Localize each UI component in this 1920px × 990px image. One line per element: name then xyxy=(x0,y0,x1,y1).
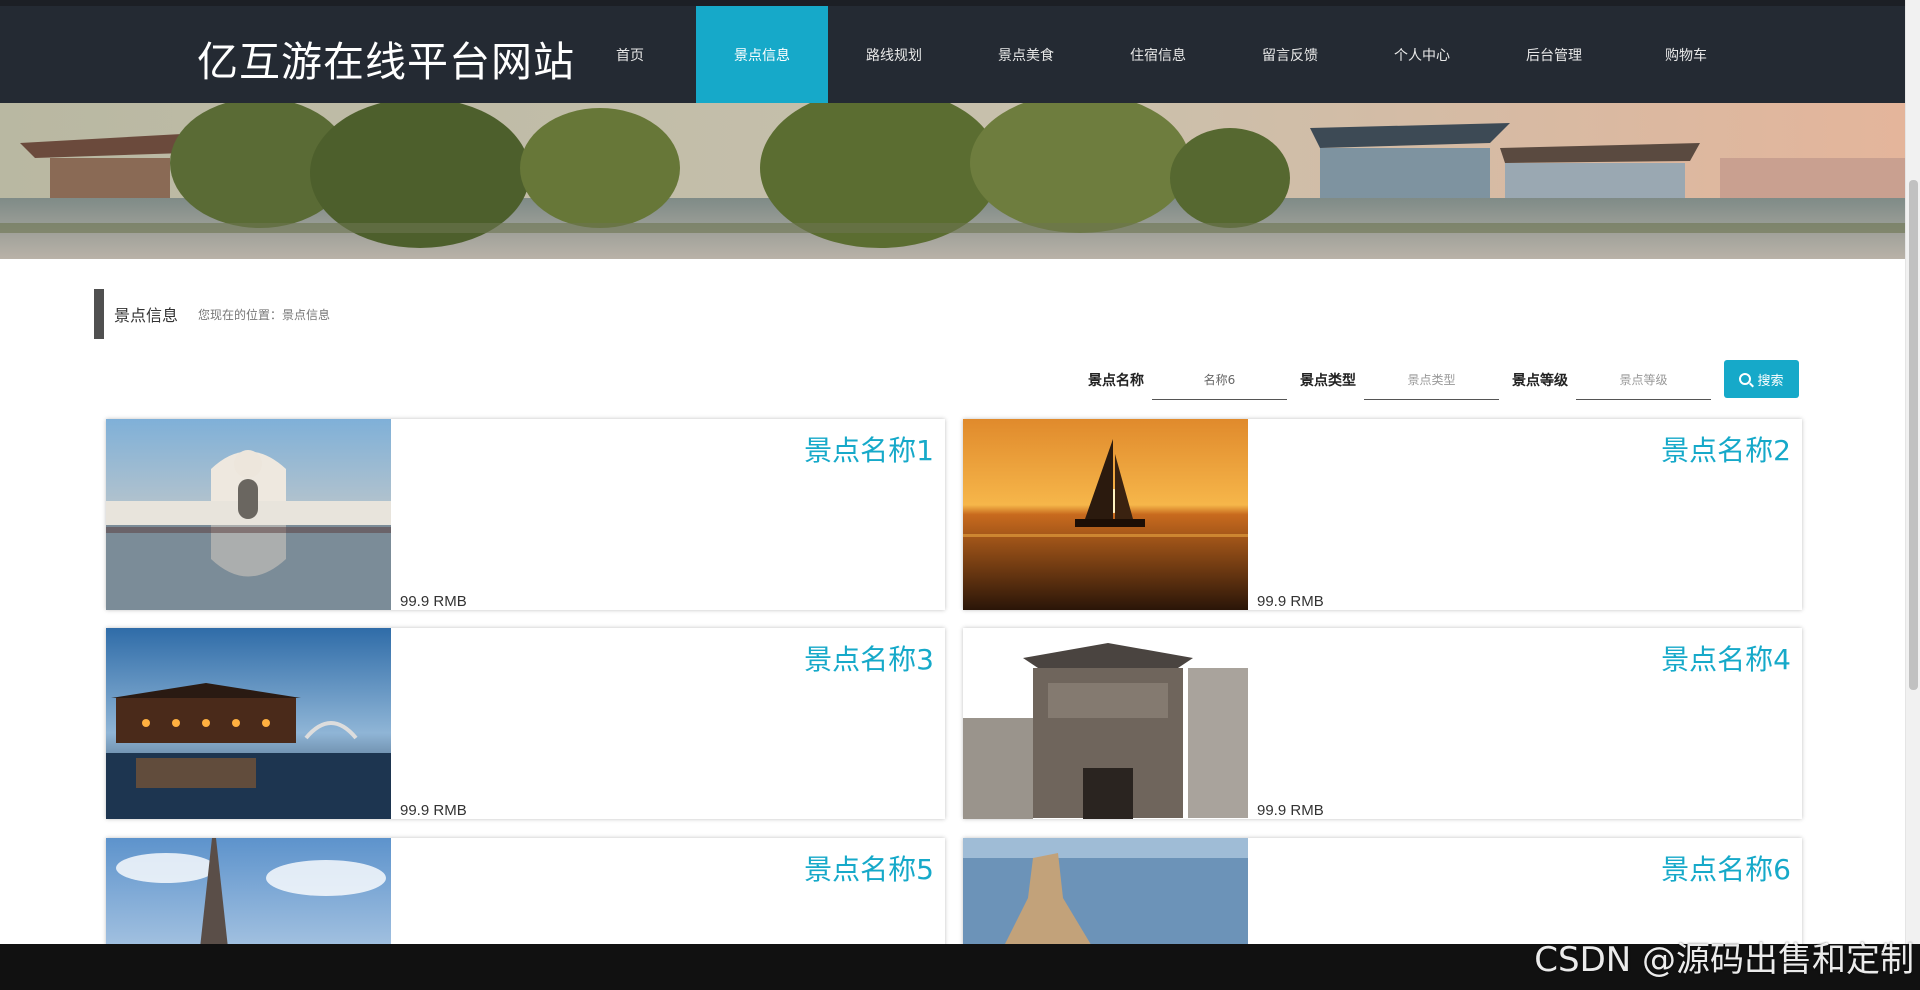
nav-item-food[interactable]: 景点美食 xyxy=(960,6,1092,103)
attraction-name[interactable]: 景点名称4 xyxy=(1661,638,1791,678)
attraction-card[interactable]: 景点名称4 99.9 RMB xyxy=(963,628,1802,819)
search-name-group: 景点名称 xyxy=(1088,360,1287,400)
nav-item-admin[interactable]: 后台管理 xyxy=(1488,6,1620,103)
nav-item-profile[interactable]: 个人中心 xyxy=(1356,6,1488,103)
breadcrumb: 您现在的位置：景点信息 xyxy=(198,307,331,322)
search-name-label: 景点名称 xyxy=(1088,373,1144,389)
attraction-price: 99.9 RMB xyxy=(1257,593,1324,610)
search-type-input[interactable] xyxy=(1364,360,1499,400)
attraction-name[interactable]: 景点名称6 xyxy=(1661,848,1791,888)
attraction-image xyxy=(106,419,391,610)
search-name-input[interactable] xyxy=(1152,360,1287,400)
nav-item-feedback[interactable]: 留言反馈 xyxy=(1224,6,1356,103)
site-title[interactable]: 亿互游在线平台网站 xyxy=(197,28,575,88)
section-title: 景点信息 xyxy=(114,306,179,325)
nav-item-cart[interactable]: 购物车 xyxy=(1620,6,1752,103)
section-accent-bar xyxy=(94,289,104,339)
attraction-name[interactable]: 景点名称3 xyxy=(804,638,934,678)
attraction-price: 99.9 RMB xyxy=(400,802,467,819)
search-button-label: 搜索 xyxy=(1757,373,1784,389)
attraction-card[interactable]: 景点名称2 99.9 RMB xyxy=(963,419,1802,610)
attraction-price: 99.9 RMB xyxy=(400,593,467,610)
section-header: 景点信息 您现在的位置：景点信息 xyxy=(94,289,330,339)
banner-image xyxy=(0,103,1905,259)
attraction-name[interactable]: 景点名称1 xyxy=(804,429,934,469)
scrollbar-thumb[interactable] xyxy=(1909,180,1918,690)
nav-item-attractions[interactable]: 景点信息 xyxy=(696,6,828,103)
nav-item-home[interactable]: 首页 xyxy=(564,6,696,103)
search-type-group: 景点类型 xyxy=(1300,360,1499,400)
main-nav: 首页 景点信息 路线规划 景点美食 住宿信息 留言反馈 个人中心 后台管理 购物… xyxy=(564,6,1752,103)
attraction-price: 99.9 RMB xyxy=(1257,802,1324,819)
attraction-card[interactable]: 景点名称3 99.9 RMB xyxy=(106,628,945,819)
nav-item-routes[interactable]: 路线规划 xyxy=(828,6,960,103)
attraction-card[interactable]: 景点名称1 99.9 RMB xyxy=(106,419,945,610)
attraction-name[interactable]: 景点名称5 xyxy=(804,848,934,888)
top-navbar: 亿互游在线平台网站 首页 景点信息 路线规划 景点美食 住宿信息 留言反馈 个人… xyxy=(0,0,1920,103)
watermark: CSDN @源码出售和定制 xyxy=(1534,940,1914,980)
nav-item-lodging[interactable]: 住宿信息 xyxy=(1092,6,1224,103)
search-level-label: 景点等级 xyxy=(1512,373,1568,389)
search-icon xyxy=(1739,373,1752,385)
search-level-group: 景点等级 xyxy=(1512,360,1711,400)
search-type-label: 景点类型 xyxy=(1300,373,1356,389)
attraction-name[interactable]: 景点名称2 xyxy=(1661,429,1791,469)
page-scrollbar[interactable] xyxy=(1905,0,1920,944)
search-level-input[interactable] xyxy=(1576,360,1711,400)
attraction-image xyxy=(963,419,1248,610)
attraction-image xyxy=(963,628,1248,819)
attraction-image xyxy=(106,628,391,819)
search-button[interactable]: 搜索 xyxy=(1724,360,1799,398)
